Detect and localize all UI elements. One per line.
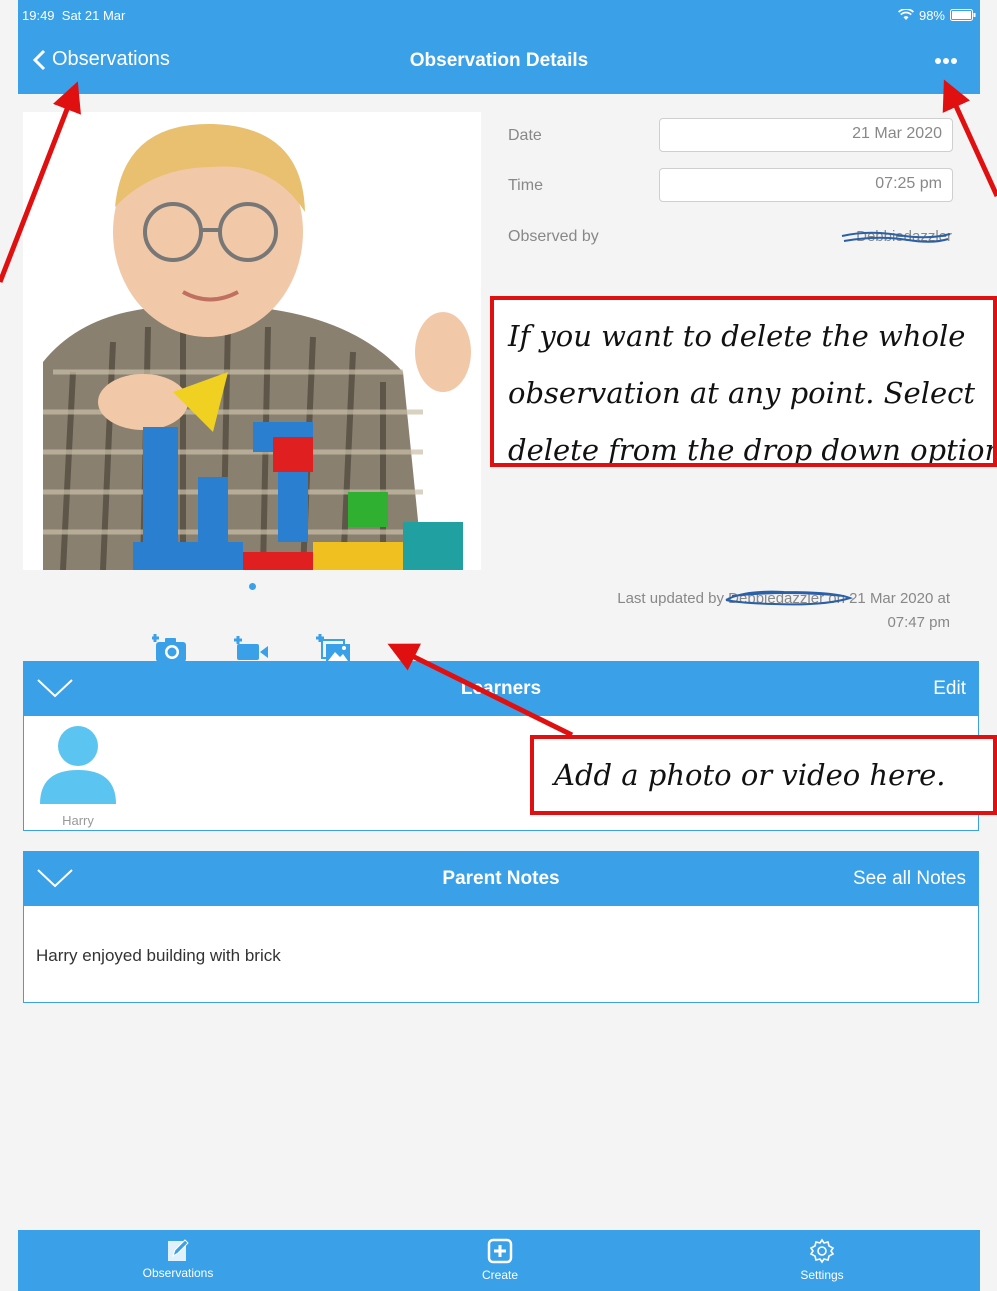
- parent-notes-panel: Parent Notes See all Notes Harry enjoyed…: [23, 851, 979, 1003]
- child-with-blocks-image: [23, 112, 481, 570]
- video-icon[interactable]: [234, 632, 270, 664]
- time-label: Time: [508, 177, 543, 194]
- more-icon[interactable]: [934, 44, 958, 75]
- learners-header: Learners Edit: [24, 662, 978, 716]
- avatar-icon: [40, 726, 116, 804]
- battery-percent: 98%: [918, 7, 945, 23]
- tab-observations-label: Observations: [142, 1266, 214, 1280]
- observation-photo[interactable]: [23, 112, 481, 570]
- tab-settings-label: Settings: [800, 1268, 844, 1282]
- battery-icon: [950, 9, 976, 21]
- plus-icon: [487, 1238, 513, 1264]
- parent-note-text: Harry enjoyed building with brick: [36, 946, 281, 965]
- observed-by-value: Debbiedazzler: [838, 228, 952, 245]
- see-all-notes-link[interactable]: See all Notes: [853, 868, 966, 890]
- status-datetime: 19:49 Sat 21 Mar: [22, 8, 125, 23]
- tab-observations[interactable]: Observations: [78, 1238, 278, 1280]
- status-right: 98%: [897, 7, 976, 23]
- parent-notes-header: Parent Notes See all Notes: [24, 852, 978, 906]
- redaction-scribble: [841, 231, 951, 243]
- status-time: 19:49: [22, 7, 55, 23]
- tab-settings[interactable]: Settings: [722, 1238, 922, 1282]
- last-updated-time: 07:47 pm: [887, 614, 950, 631]
- parent-notes-title: Parent Notes: [442, 868, 560, 889]
- tab-create[interactable]: Create: [400, 1238, 600, 1282]
- page-title: Observation Details: [409, 50, 589, 71]
- gallery-icon[interactable]: [316, 632, 352, 664]
- callout-line: delete from the drop down options: [508, 433, 997, 467]
- time-field[interactable]: 07:25 pm: [659, 168, 953, 202]
- last-updated-text: Last updated by Debbiedazzler on 21 Mar …: [538, 587, 950, 635]
- date-field[interactable]: 21 Mar 2020: [659, 118, 953, 152]
- status-bar: 19:49 Sat 21 Mar 98%: [18, 0, 980, 30]
- callout-line: observation at any point. Select: [508, 376, 976, 410]
- gear-icon: [809, 1238, 835, 1264]
- redaction-scribble: [725, 590, 854, 606]
- last-updated-prefix: Last updated by: [617, 590, 724, 607]
- delete-instruction-callout: If you want to delete the whole observat…: [490, 296, 997, 467]
- page-indicator-dot: [249, 583, 256, 590]
- nav-bar: Observations Observation Details: [18, 30, 980, 94]
- content-area: Date 21 Mar 2020 Time 07:25 pm Observed …: [18, 94, 980, 1230]
- tab-create-label: Create: [481, 1268, 519, 1282]
- wifi-icon: [897, 9, 914, 20]
- status-date: Sat 21 Mar: [61, 7, 126, 23]
- learner-name: Harry: [62, 813, 94, 828]
- pencil-icon: [168, 1239, 189, 1261]
- learners-edit-button[interactable]: Edit: [933, 678, 966, 700]
- last-updated-user-wrap: Debbiedazzler: [725, 590, 854, 607]
- tab-bar: Observations Create Settings: [18, 1230, 980, 1291]
- learner-card[interactable]: Harry: [40, 724, 116, 828]
- date-label: Date: [508, 127, 542, 144]
- callout-media-text: Add a photo or video here.: [554, 758, 946, 792]
- learners-title: Learners: [460, 678, 542, 699]
- observed-by-label: Observed by: [508, 228, 599, 245]
- callout-line: If you want to delete the whole: [508, 319, 966, 353]
- media-instruction-callout: Add a photo or video here.: [530, 735, 997, 815]
- camera-icon[interactable]: [152, 632, 188, 664]
